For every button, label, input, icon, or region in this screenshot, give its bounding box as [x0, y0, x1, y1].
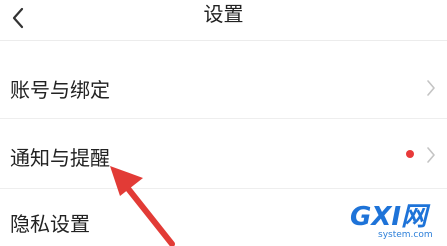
divider: [0, 118, 447, 119]
red-dot-icon: [406, 150, 414, 158]
page-title: 设置: [203, 2, 244, 26]
chevron-right-icon: [427, 147, 435, 163]
watermark-sub-text: system.com: [378, 230, 433, 240]
watermark-logo: GXI网 system.com: [348, 196, 447, 246]
chevron-right-icon: [427, 80, 435, 96]
settings-item-notifications[interactable]: 通知与提醒: [0, 124, 447, 184]
settings-item-account-binding[interactable]: 账号与绑定: [0, 58, 447, 118]
watermark-main-text: GXI网: [350, 202, 428, 232]
settings-item-label: 通知与提醒: [10, 146, 110, 170]
settings-item-label: 账号与绑定: [10, 78, 110, 102]
settings-item-label: 隐私设置: [10, 212, 90, 236]
header-bar: 设置: [0, 0, 447, 41]
divider: [0, 188, 447, 189]
